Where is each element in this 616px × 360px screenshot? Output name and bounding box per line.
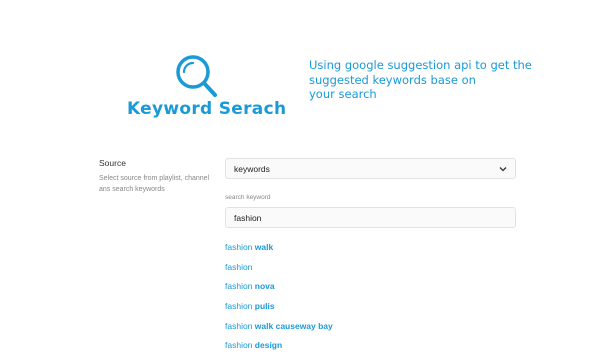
page-title: Keyword Serach [127,99,287,119]
suggestion-completion: pulis [254,301,275,312]
suggestion-list: fashion walk fashion fashion nova fashio… [225,242,333,360]
search-icon [176,55,217,97]
suggestion-base: fashion [225,281,253,292]
suggestion-completion: walk causeway bay [254,320,333,331]
suggestion-item[interactable]: fashion design [225,340,333,360]
suggestion-item[interactable]: fashion [225,262,333,282]
suggestion-completion: nova [254,281,275,292]
hero-description-line: suggested keywords base on [309,72,476,87]
hero-description-line: Using google suggestion api to get the [309,58,532,72]
suggestion-completion: design [254,340,283,351]
suggestion-base: fashion [225,340,253,351]
search-input[interactable] [225,207,516,228]
suggestion-base: fashion [225,320,253,331]
suggestion-base: fashion [225,242,253,252]
hero-description: Using google suggestion api to get the s… [309,58,549,102]
source-select-value: keywords [234,163,270,174]
source-select[interactable]: keywords [225,158,516,179]
chevron-down-icon [499,166,507,171]
source-label: Source [99,158,126,168]
search-keyword-label: search keyword [225,194,271,201]
source-help-text: Select source from playlist, channel ans… [99,175,210,193]
suggestion-base: fashion [225,301,253,312]
hero-description-line: your search [309,87,377,101]
suggestion-item[interactable]: fashion walk [225,242,333,262]
suggestion-base: fashion [225,261,253,272]
suggestion-item[interactable]: fashion pulis [225,301,333,321]
suggestion-completion: walk [254,242,274,252]
suggestion-item[interactable]: fashion walk causeway bay [225,321,333,341]
suggestion-item[interactable]: fashion nova [225,281,333,301]
